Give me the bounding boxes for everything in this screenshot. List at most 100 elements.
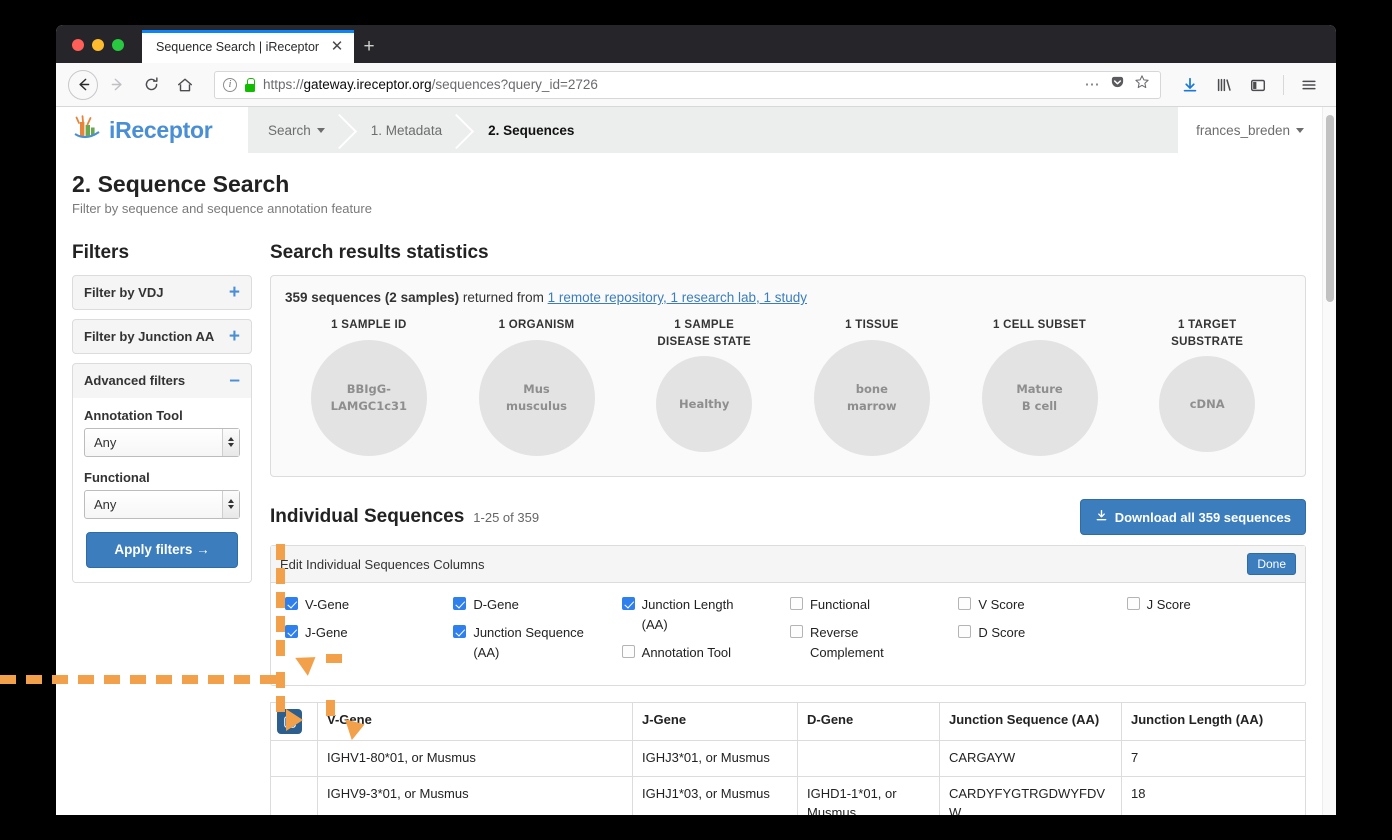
brand-logo[interactable]: iReceptor <box>56 107 248 153</box>
filter-card-advanced: Advanced filters – Annotation Tool Any F… <box>72 363 252 583</box>
checkbox-label: D-Gene <box>473 597 519 612</box>
filters-heading: Filters <box>72 242 130 263</box>
checkbox[interactable] <box>621 597 635 610</box>
edit-columns-cell <box>270 702 318 742</box>
page-scrollbar[interactable] <box>1322 107 1336 815</box>
functional-label: Functional <box>84 469 150 485</box>
download-all-sequences-button[interactable]: Download all 359 sequences <box>1079 499 1306 535</box>
column-header-junction-sequence[interactable]: Junction Sequence (AA) <box>939 702 1122 742</box>
checkbox-item-d-score[interactable]: D Score <box>958 623 1126 643</box>
checkbox-item-annotation-tool[interactable]: Annotation Tool <box>621 643 790 663</box>
filter-label-advanced: Advanced filters <box>84 373 186 389</box>
checkbox-label: D Score <box>978 625 1026 641</box>
done-button[interactable]: Done <box>1247 553 1296 575</box>
info-icon[interactable]: i <box>223 77 237 92</box>
arrow-right-icon[interactable] <box>102 70 132 100</box>
filter-header-advanced[interactable]: Advanced filters – <box>73 364 251 397</box>
browser-tab[interactable]: Sequence Search | iReceptor ✕ <box>142 30 354 63</box>
column-header-j-gene[interactable]: J-Gene <box>632 702 798 742</box>
page-body: 2. Sequence Search Filter by sequence an… <box>56 153 1322 815</box>
plus-icon[interactable]: + <box>354 30 384 63</box>
plus-icon[interactable]: + <box>229 327 240 346</box>
row-select-cell[interactable] <box>270 740 318 778</box>
results-source-link[interactable]: 1 remote repository, 1 research lab, 1 s… <box>548 290 807 305</box>
stat-value: cDNA <box>1159 356 1256 453</box>
lock-icon[interactable] <box>244 77 256 92</box>
ireceptor-logo-icon <box>72 114 102 147</box>
download-arrow-icon[interactable] <box>1175 70 1205 100</box>
checkbox-item-functional[interactable]: Functional <box>789 595 958 615</box>
column-header-v-gene[interactable]: V-Gene <box>317 702 633 742</box>
ellipsis-icon[interactable]: ⋯ <box>1085 77 1102 92</box>
user-menu[interactable]: frances_breden <box>1178 107 1322 153</box>
browser-tab-title: Sequence Search | iReceptor <box>156 39 320 54</box>
checkbox[interactable] <box>1126 597 1140 610</box>
checkbox[interactable] <box>789 597 803 610</box>
checkbox-item-junction-sequence-aa[interactable]: Junction Sequence (AA) <box>453 623 621 663</box>
plus-icon[interactable]: + <box>229 283 240 302</box>
arrow-left-icon[interactable] <box>68 69 98 100</box>
star-icon[interactable] <box>1134 74 1150 95</box>
sidebar-icon[interactable] <box>1243 70 1273 100</box>
filter-header-junction-aa[interactable]: Filter by Junction AA + <box>73 320 251 353</box>
checkbox[interactable] <box>285 625 298 639</box>
table-row[interactable]: IGHV9-3*01, or Musmus IGHJ1*03, or Musmu… <box>270 776 1306 815</box>
checkbox[interactable] <box>789 625 803 639</box>
checkbox-item-j-score[interactable]: J Score <box>1126 595 1295 615</box>
filter-header-vdj[interactable]: Filter by VDJ + <box>73 276 251 309</box>
hamburger-menu-icon[interactable] <box>1294 70 1324 100</box>
stats-heading: Search results statistics <box>270 242 489 263</box>
stat-circle-cell-subset: 1 CELL SUBSET Mature B cell <box>956 317 1124 456</box>
checkbox-column: V-Gene J-Gene <box>285 595 453 671</box>
checkbox-item-reverse-complement[interactable]: Reverse Complement <box>789 623 958 663</box>
nav-item-sequences[interactable]: 2. Sequences <box>468 107 600 153</box>
chevron-down-icon[interactable] <box>222 428 239 456</box>
cell-j-gene: IGHJ3*01, or Musmus <box>632 740 798 778</box>
checkbox-item-junction-length-aa[interactable]: Junction Length (AA) <box>621 595 790 635</box>
checkbox-item-d-gene[interactable]: D-Gene <box>453 595 621 615</box>
stat-circle-organism: 1 ORGANISM Mus musculus <box>453 317 621 456</box>
apply-filters-button[interactable]: Apply filters → <box>86 531 238 568</box>
filter-card-junction-aa[interactable]: Filter by Junction AA + <box>72 319 252 355</box>
row-select-cell[interactable] <box>270 776 318 815</box>
minimize-window-button[interactable] <box>92 39 104 51</box>
annotation-tool-value: Any <box>94 434 117 450</box>
close-window-button[interactable] <box>72 39 84 51</box>
checkbox-label: J Score <box>1146 597 1191 612</box>
checkbox[interactable] <box>453 597 467 610</box>
checkbox-item-j-gene[interactable]: J-Gene <box>285 623 453 643</box>
pocket-icon[interactable] <box>1110 75 1125 95</box>
library-icon[interactable] <box>1209 70 1239 100</box>
edit-columns-title: Edit Individual Sequences Columns <box>280 556 485 572</box>
stat-circles: 1 SAMPLE ID BBIgG- LAMGC1c31 1 ORGANISM M… <box>285 317 1291 456</box>
table-row[interactable]: IGHV1-80*01, or Musmus IGHJ3*01, or Musm… <box>270 740 1306 778</box>
edit-columns-icon[interactable] <box>277 709 302 735</box>
browser-window: Sequence Search | iReceptor ✕ + i https:… <box>56 25 1336 815</box>
checkbox-column: J Score <box>1126 595 1295 671</box>
checkbox[interactable] <box>958 597 972 610</box>
column-header-junction-length[interactable]: Junction Length (AA) <box>1121 702 1306 742</box>
checkbox[interactable] <box>285 597 298 610</box>
checkbox-item-v-gene[interactable]: V-Gene <box>285 595 453 615</box>
checkbox[interactable] <box>621 645 635 659</box>
functional-select[interactable]: Any <box>84 489 240 519</box>
checkbox[interactable] <box>453 625 467 639</box>
edit-columns-bar: Edit Individual Sequences Columns Done <box>271 546 1305 583</box>
address-bar[interactable]: i https://gateway.ireceptor.org/sequence… <box>214 70 1161 99</box>
filter-card-vdj[interactable]: Filter by VDJ + <box>72 275 252 311</box>
minus-icon[interactable]: – <box>229 371 240 390</box>
home-icon[interactable] <box>170 70 200 100</box>
checkbox[interactable] <box>958 625 972 639</box>
nav-item-search[interactable]: Search <box>248 107 351 153</box>
reload-icon[interactable] <box>136 70 166 100</box>
annotation-tool-select[interactable]: Any <box>84 427 240 457</box>
window-controls[interactable] <box>56 39 124 63</box>
chevron-down-icon[interactable] <box>222 490 239 518</box>
maximize-window-button[interactable] <box>112 39 124 51</box>
checkbox-column: Junction Length (AA) Annotation Tool <box>621 595 790 671</box>
column-header-d-gene[interactable]: D-Gene <box>797 702 940 742</box>
nav-item-metadata[interactable]: 1. Metadata <box>351 107 468 153</box>
checkbox-item-v-score[interactable]: V Score <box>958 595 1126 615</box>
close-icon[interactable]: ✕ <box>328 38 346 56</box>
scrollbar-thumb[interactable] <box>1326 115 1334 302</box>
